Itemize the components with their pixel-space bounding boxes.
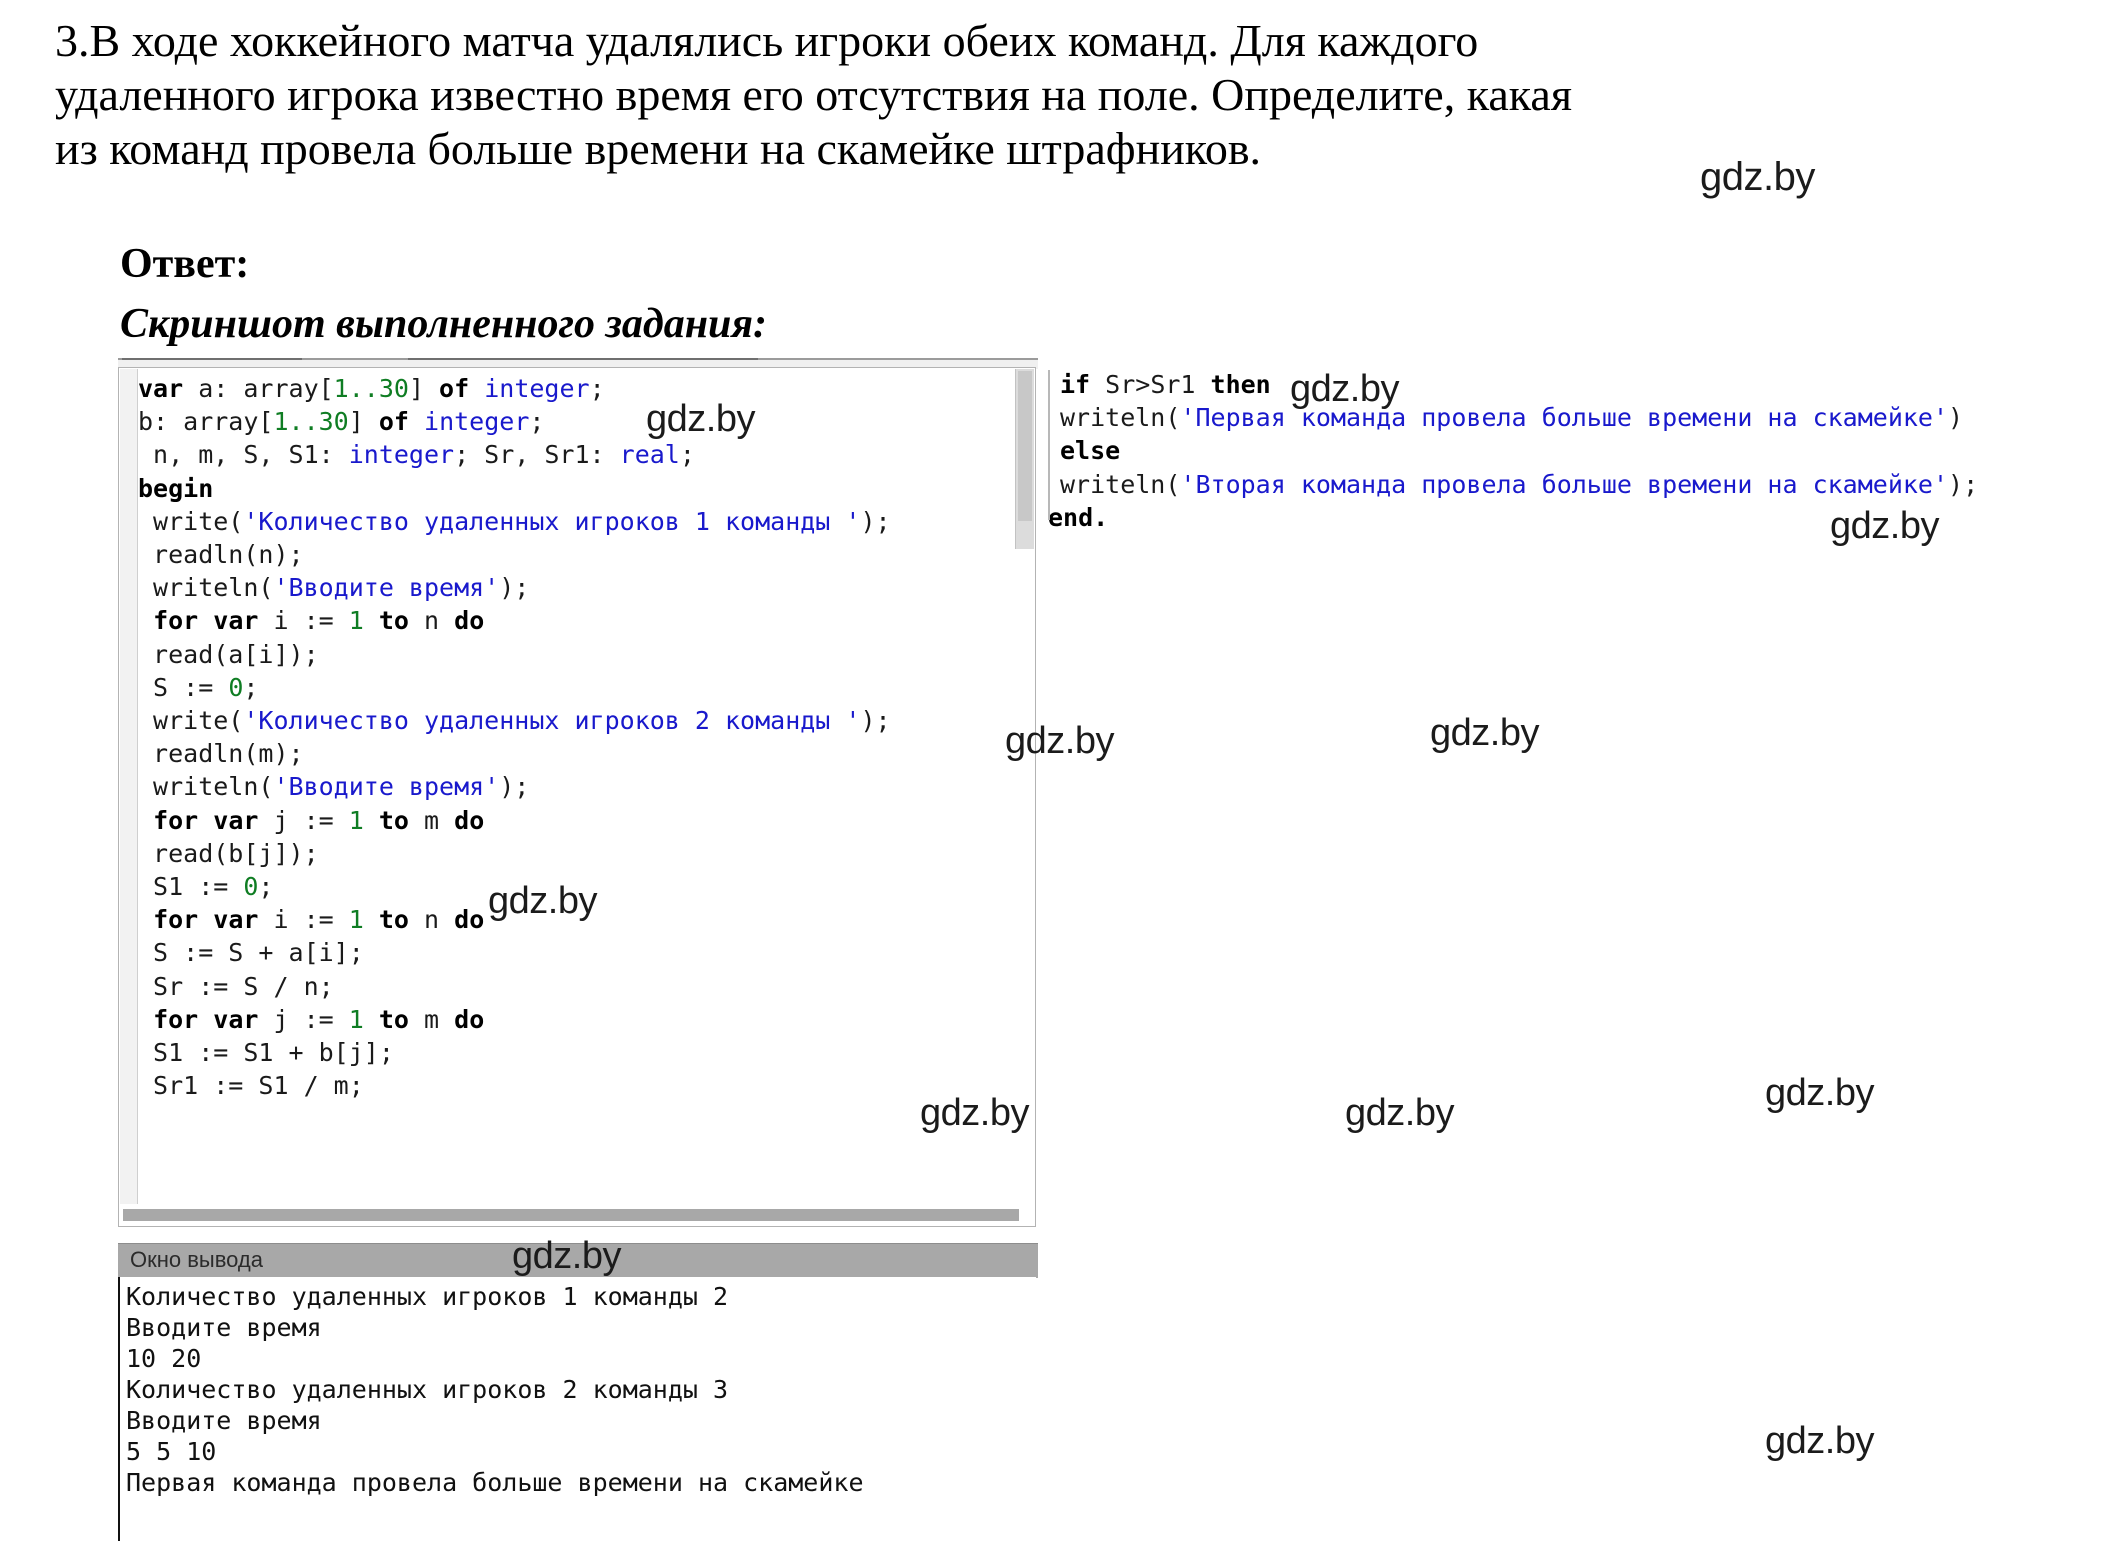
code-line: b: array[1..30] of integer; xyxy=(138,407,545,437)
code-line: read(b[j]); xyxy=(138,838,319,868)
gdz-watermark: gdz.by xyxy=(1290,368,1399,410)
gdz-watermark: gdz.by xyxy=(1430,712,1539,754)
code-line: else xyxy=(1060,436,1121,466)
problem-line-2-text: удаленного игрока известно время его отс… xyxy=(55,68,1573,120)
problem-line-1-text: 3.В ходе хоккейного матча удалялись игро… xyxy=(55,15,1479,66)
code-line: for var i := 1 to n do xyxy=(153,606,485,636)
problem-line-2: удаленного игрока известно время его отс… xyxy=(55,68,2040,122)
answer-heading: Ответ: xyxy=(120,241,250,287)
code-line: Sr := S / n; xyxy=(138,971,334,1001)
code-line: Sr1 := S1 / m; xyxy=(138,1071,364,1101)
code-editor-window: var a: array[1..30] of integer; b: array… xyxy=(118,358,1038,1238)
gdz-watermark: gdz.by xyxy=(1765,1420,1874,1462)
code-line: writeln('Вторая команда провела больше в… xyxy=(1060,469,1979,499)
code-line: begin xyxy=(138,473,214,503)
gdz-watermark: gdz.by xyxy=(488,880,597,922)
output-window-body[interactable]: Количество удаленных игроков 1 команды 2… xyxy=(118,1277,1036,1541)
problem-line-3-text: из команд провела больше времени на скам… xyxy=(55,122,1262,174)
editor-horizontal-scrollbar[interactable] xyxy=(120,1207,1034,1224)
output-line: Вводите время xyxy=(126,1406,322,1435)
gdz-watermark: gdz.by xyxy=(1700,155,1815,199)
gdz-watermark: gdz.by xyxy=(1830,505,1939,547)
code-line: if Sr>Sr1 then xyxy=(1060,370,1271,399)
output-line: Количество удаленных игроков 2 команды 3 xyxy=(126,1375,729,1404)
editor-code-area[interactable]: var a: array[1..30] of integer; b: array… xyxy=(138,372,1015,1202)
code-line: S1 := S1 + b[j]; xyxy=(138,1038,394,1068)
output-line: Первая команда провела больше времени на… xyxy=(126,1468,864,1497)
gdz-watermark: gdz.by xyxy=(1345,1092,1454,1134)
problem-statement: 3.В ходе хоккейного матча удалялись игро… xyxy=(55,14,2040,175)
code-line: var a: array[1..30] of integer; xyxy=(138,374,605,403)
code-line: S := 0; xyxy=(138,672,259,702)
screenshot-heading: Скриншот выполненного задания: xyxy=(120,301,768,347)
code-line: n, m, S, S1: integer; Sr, Sr1: real; xyxy=(138,440,695,470)
output-window-title: Окно вывода xyxy=(130,1247,263,1272)
editor-gutter xyxy=(120,369,138,1204)
gdz-watermark: gdz.by xyxy=(512,1235,621,1277)
gdz-watermark: gdz.by xyxy=(1005,720,1114,762)
code-line: write('Количество удаленных игроков 2 ко… xyxy=(138,706,891,736)
code-line: write('Количество удаленных игроков 1 ко… xyxy=(138,506,891,536)
problem-line-1: 3.В ходе хоккейного матча удалялись игро… xyxy=(55,14,2040,68)
output-line: 5 5 10 xyxy=(126,1437,217,1466)
code-line: writeln('Первая команда провела больше в… xyxy=(1060,403,1964,433)
code-line: writeln('Вводите время'); xyxy=(138,772,530,802)
output-line: Количество удаленных игроков 1 команды 2 xyxy=(126,1282,729,1311)
code-line: read(a[i]); xyxy=(138,639,319,669)
output-line: Вводите время xyxy=(126,1313,322,1342)
code-line: for var j := 1 to m do xyxy=(153,805,485,835)
gdz-watermark: gdz.by xyxy=(1765,1072,1874,1114)
editor-left-rail xyxy=(1048,370,1050,520)
horizontal-scrollbar-thumb[interactable] xyxy=(123,1209,1019,1221)
code-line: readln(m); xyxy=(138,739,304,769)
output-window: Окно вывода Количество удаленных игроков… xyxy=(118,1243,1038,1543)
vertical-scrollbar-thumb[interactable] xyxy=(1018,371,1032,521)
editor-frame: var a: array[1..30] of integer; b: array… xyxy=(118,367,1036,1227)
gdz-watermark: gdz.by xyxy=(646,398,755,440)
code-line: for var j := 1 to m do xyxy=(153,1004,485,1034)
output-line: 10 20 xyxy=(126,1344,202,1373)
code-line: S := S + a[i]; xyxy=(138,938,364,968)
code-line: readln(n); xyxy=(138,540,304,570)
code-line: writeln('Вводите время'); xyxy=(138,573,530,603)
gdz-watermark: gdz.by xyxy=(920,1092,1029,1134)
editor-vertical-scrollbar[interactable] xyxy=(1015,369,1034,549)
